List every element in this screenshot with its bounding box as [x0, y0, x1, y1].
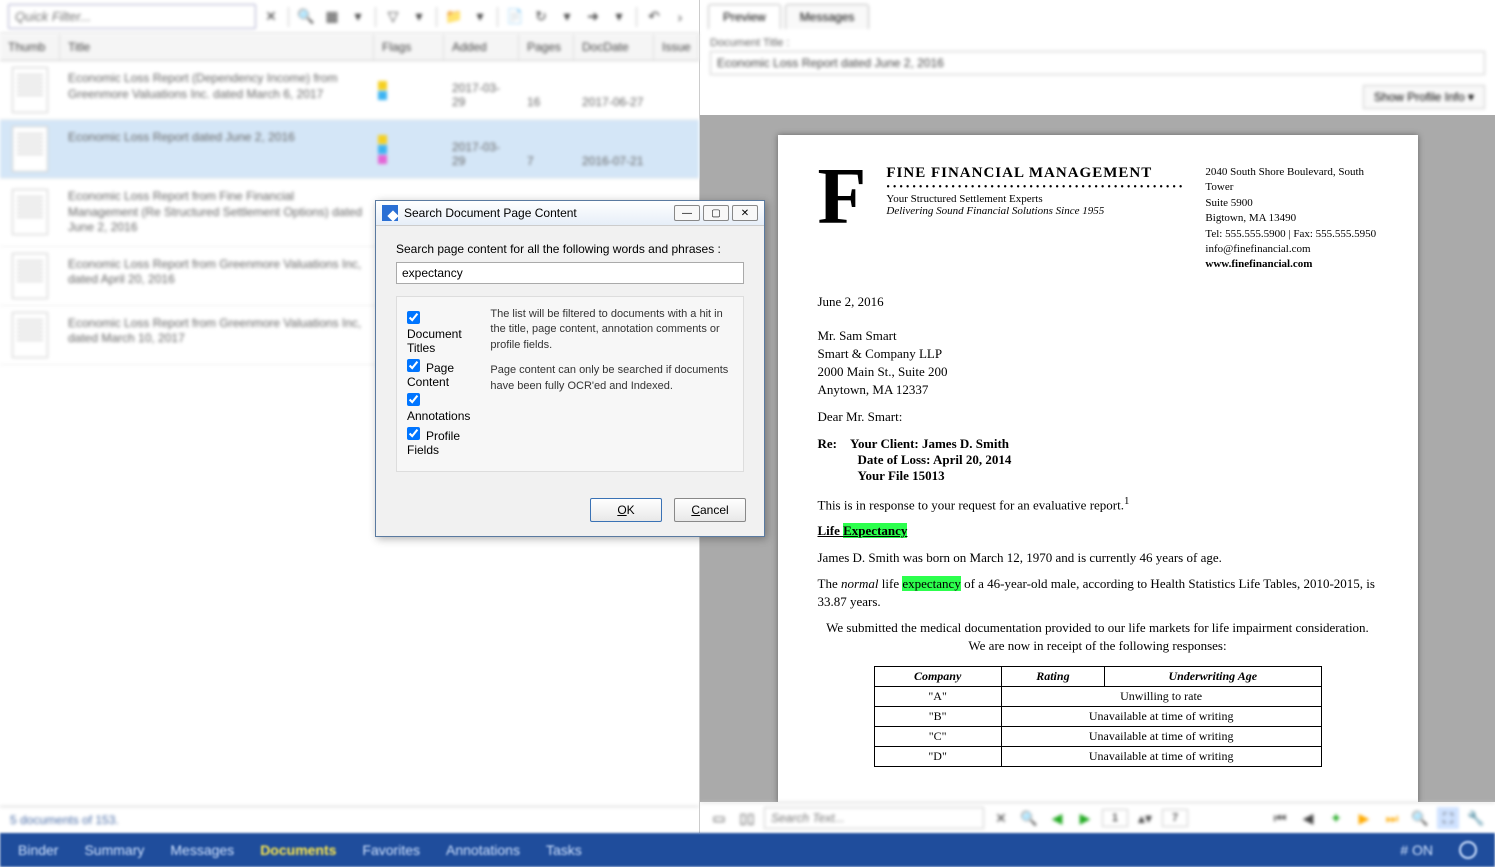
- document-preview[interactable]: F FINE FINANCIAL MANAGEMENT ••••••••••••…: [700, 115, 1495, 802]
- col-pages[interactable]: Pages: [519, 34, 574, 60]
- col-docdate[interactable]: DocDate: [574, 34, 654, 60]
- doc-title: Economic Loss Report from Greenmore Valu…: [60, 312, 374, 358]
- dialog-title-text: Search Document Page Content: [404, 206, 577, 220]
- nav-annotations[interactable]: Annotations: [446, 842, 520, 858]
- fit-page-icon[interactable]: ⛶: [1437, 807, 1459, 829]
- zoom-icon[interactable]: 🔍: [1409, 807, 1431, 829]
- doc-row[interactable]: Economic Loss Report dated June 2, 2016 …: [0, 120, 699, 179]
- ok-button[interactable]: OK: [590, 498, 662, 522]
- single-page-icon[interactable]: ▭: [708, 807, 730, 829]
- page-total: [1162, 809, 1188, 827]
- status-doc-count: 5 documents of 153.: [0, 806, 699, 833]
- next-hit-icon[interactable]: ▶: [1074, 807, 1096, 829]
- nav-binder[interactable]: Binder: [18, 842, 58, 858]
- doc-title-input[interactable]: [710, 51, 1485, 75]
- thumbnail-icon: [12, 253, 48, 299]
- prev-page-icon[interactable]: ◀: [1297, 807, 1319, 829]
- last-page-icon[interactable]: ⏭: [1381, 807, 1403, 829]
- clear-search-icon[interactable]: ✕: [990, 807, 1012, 829]
- doc-title: Economic Loss Report (Dependency Income)…: [60, 67, 374, 113]
- search-highlight: Expectancy: [843, 523, 907, 538]
- nav-summary[interactable]: Summary: [84, 842, 144, 858]
- dialog-prompt: Search page content for all the followin…: [396, 242, 744, 256]
- tab-messages[interactable]: Messages: [785, 4, 870, 29]
- find-icon[interactable]: 🔍: [1018, 807, 1040, 829]
- hint-text-1: The list will be filtered to documents w…: [490, 307, 733, 353]
- col-issue[interactable]: Issue: [654, 34, 699, 60]
- nav-tasks[interactable]: Tasks: [546, 842, 582, 858]
- doc-title: Economic Loss Report from Fine Financial…: [60, 185, 374, 240]
- chk-page-content[interactable]: Page Content: [407, 359, 470, 389]
- search-term-input[interactable]: [396, 262, 744, 284]
- quick-filter-input[interactable]: [8, 4, 256, 29]
- refresh-icon[interactable]: ↻: [530, 6, 552, 28]
- nav-favorites[interactable]: Favorites: [362, 842, 420, 858]
- dropdown-icon[interactable]: ▾: [408, 6, 430, 28]
- page-number-input[interactable]: [1102, 809, 1128, 827]
- next-icon[interactable]: ›: [669, 6, 691, 28]
- dropdown-icon[interactable]: ▾: [469, 6, 491, 28]
- chk-annotations[interactable]: Annotations: [407, 393, 470, 423]
- thumbnail-icon: [12, 126, 48, 172]
- doc-list-header: Thumb Title Flags Added Pages DocDate Is…: [0, 34, 699, 61]
- search-highlight: expectancy: [902, 576, 960, 591]
- page-spinner-icon[interactable]: ▴▾: [1134, 807, 1156, 829]
- undo-icon[interactable]: ↶: [643, 6, 665, 28]
- status-indicator: # ON: [1400, 842, 1433, 858]
- show-profile-button[interactable]: Show Profile Info ▾: [1363, 85, 1485, 109]
- col-title[interactable]: Title: [60, 34, 374, 60]
- company-logo: F: [818, 165, 867, 273]
- gear-icon[interactable]: [1459, 841, 1477, 859]
- dialog-titlebar[interactable]: Search Document Page Content — ▢ ✕: [376, 201, 764, 226]
- thumbnail-icon: [12, 189, 48, 235]
- thumbnail-icon: [12, 312, 48, 358]
- next-page-icon[interactable]: ▶: [1353, 807, 1375, 829]
- export-icon[interactable]: ➜: [582, 6, 604, 28]
- doc-title: Economic Loss Report from Greenmore Valu…: [60, 253, 374, 299]
- dropdown-icon[interactable]: ▾: [608, 6, 630, 28]
- nav-documents[interactable]: Documents: [260, 842, 336, 858]
- page-icon[interactable]: 📄: [504, 6, 526, 28]
- search-text-input[interactable]: [764, 807, 984, 829]
- company-name: FINE FINANCIAL MANAGEMENT: [886, 165, 1185, 182]
- close-icon[interactable]: ✕: [732, 205, 758, 221]
- chk-profile-fields[interactable]: Profile Fields: [407, 427, 470, 457]
- doc-row[interactable]: Economic Loss Report (Dependency Income)…: [0, 61, 699, 120]
- clear-filter-icon[interactable]: ✕: [260, 6, 282, 28]
- tab-preview[interactable]: Preview: [708, 4, 781, 29]
- tools-icon[interactable]: 🔧: [1465, 807, 1487, 829]
- thumbnail-icon: [12, 67, 48, 113]
- binoculars-icon[interactable]: 🔍: [295, 6, 317, 28]
- bottom-nav: Binder Summary Messages Documents Favori…: [0, 833, 1495, 867]
- app-icon: [382, 205, 398, 221]
- nav-messages[interactable]: Messages: [170, 842, 234, 858]
- bookmark-icon[interactable]: ✦: [1325, 807, 1347, 829]
- chk-document-titles[interactable]: Document Titles: [407, 311, 470, 355]
- cancel-button[interactable]: Cancel: [674, 498, 746, 522]
- dropdown-icon[interactable]: ▾: [556, 6, 578, 28]
- maximize-icon[interactable]: ▢: [703, 205, 729, 221]
- dropdown-icon[interactable]: ▾: [347, 6, 369, 28]
- folder-icon[interactable]: 📁: [443, 6, 465, 28]
- preview-page: F FINE FINANCIAL MANAGEMENT ••••••••••••…: [778, 135, 1418, 802]
- col-flags[interactable]: Flags: [374, 34, 444, 60]
- prev-hit-icon[interactable]: ◀: [1046, 807, 1068, 829]
- right-tabs: Preview Messages: [700, 0, 1495, 29]
- col-added[interactable]: Added: [444, 34, 519, 60]
- doc-title-label: Document Title :: [710, 37, 789, 49]
- filter-icon[interactable]: ▽: [382, 6, 404, 28]
- hint-text-2: Page content can only be searched if doc…: [490, 363, 733, 394]
- col-thumb[interactable]: Thumb: [0, 34, 60, 60]
- left-toolbar: ✕ 🔍 ▦ ▾ ▽ ▾ 📁 ▾ 📄 ↻ ▾ ➜ ▾ ↶ ›: [0, 0, 699, 34]
- columns-icon[interactable]: ▦: [321, 6, 343, 28]
- minimize-icon[interactable]: —: [674, 205, 700, 221]
- preview-toolbar: ▭ ▯▯ ✕ 🔍 ◀ ▶ ▴▾ ⏮ ◀ ✦ ▶ ⏭ 🔍 ⛶ 🔧: [700, 802, 1495, 833]
- first-page-icon[interactable]: ⏮: [1269, 807, 1291, 829]
- two-page-icon[interactable]: ▯▯: [736, 807, 758, 829]
- search-dialog: Search Document Page Content — ▢ ✕ Searc…: [375, 200, 765, 537]
- response-table: CompanyRatingUnderwriting Age "A"Unwilli…: [874, 666, 1322, 767]
- doc-title: Economic Loss Report dated June 2, 2016: [60, 126, 374, 172]
